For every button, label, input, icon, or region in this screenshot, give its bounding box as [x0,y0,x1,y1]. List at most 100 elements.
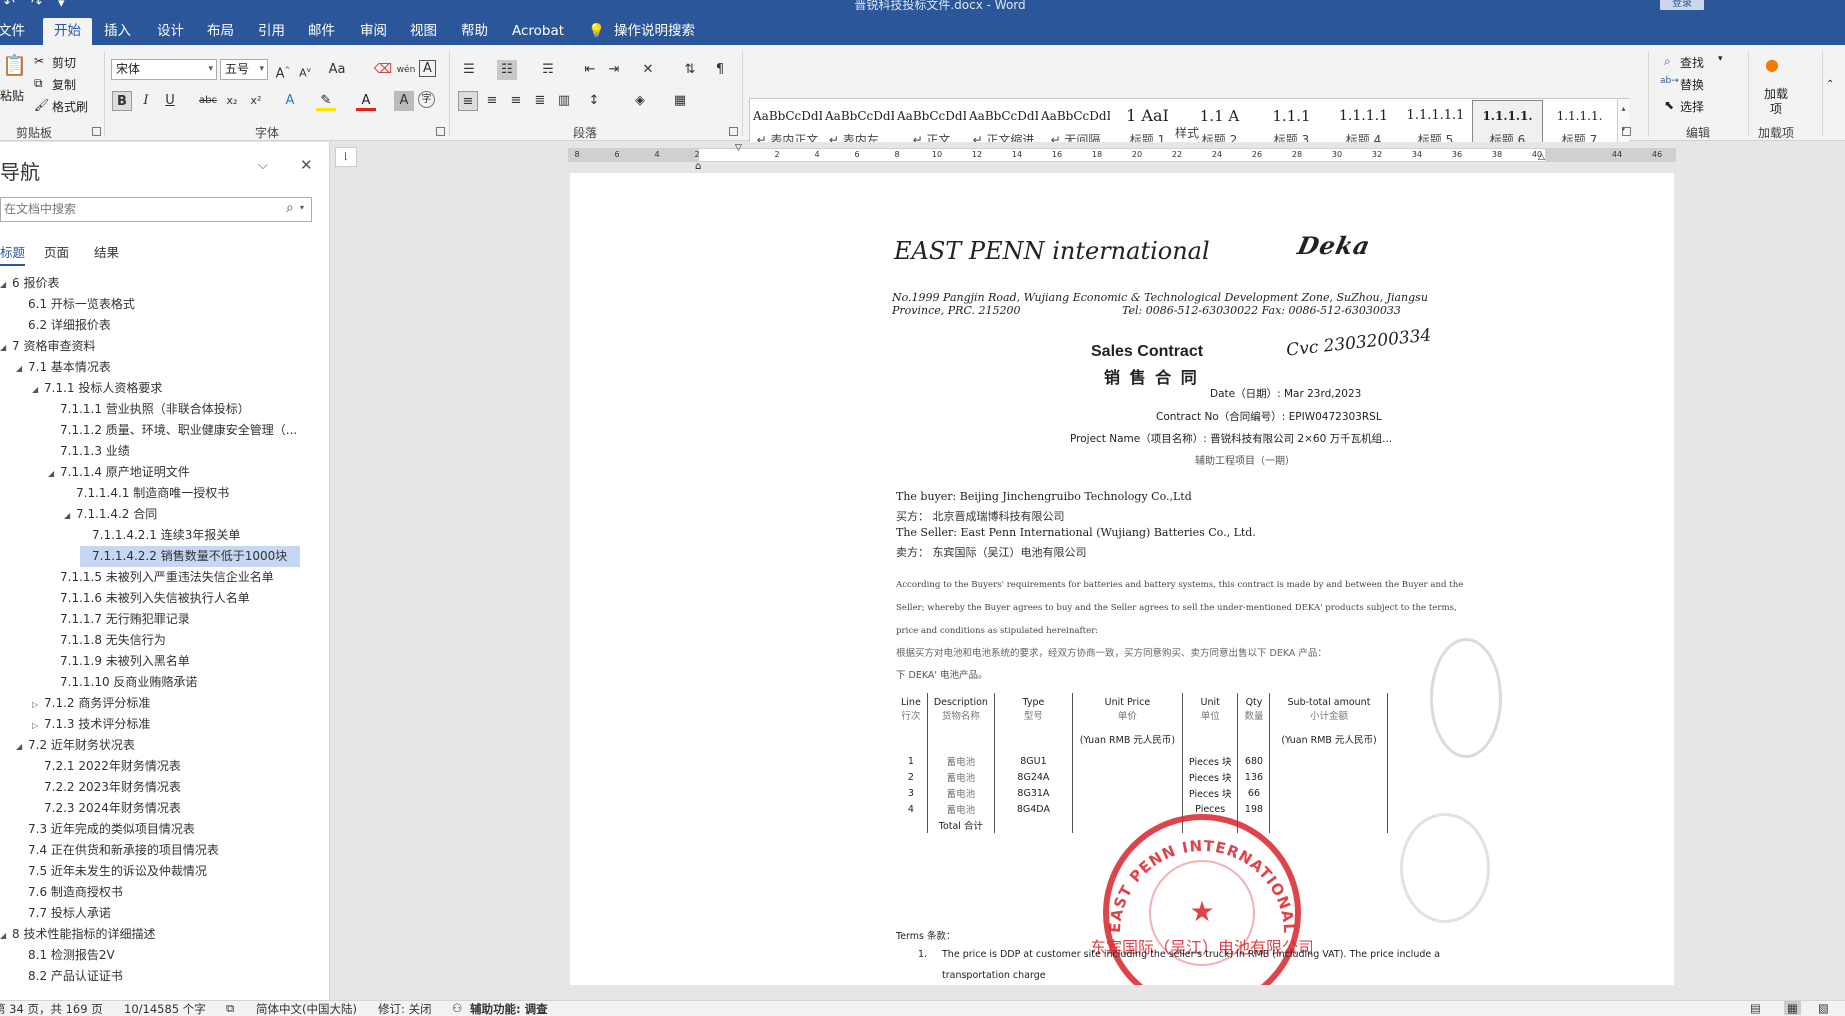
tab-acrobat[interactable]: Acrobat [512,18,564,45]
tab-insert[interactable]: 插入 [104,18,131,45]
heading-item[interactable]: 7.1.1.8 无失信行为 [48,630,300,651]
heading-item[interactable]: 7.1.1.3 业绩 [48,441,300,462]
nav-tab-pages[interactable]: 页面 [44,242,69,261]
distributed-button[interactable]: ▥ [554,91,574,111]
text-effects-button[interactable]: A [280,91,300,111]
nav-search-input[interactable]: 在文档中搜索 [0,197,312,222]
tab-design[interactable]: 设计 [157,18,184,45]
clear-format-button[interactable]: ⌫ [373,60,393,80]
tree-toggle-icon[interactable]: ◢ [0,274,12,294]
replace-button[interactable]: 替换 [1680,76,1704,93]
align-left-button[interactable]: ≡ [458,91,478,111]
heading-item[interactable]: 7.1.1.4.2.1 连续3年报关单 [80,525,300,546]
shrink-font-button[interactable]: Av [295,60,315,80]
show-marks-button[interactable]: ¶ [710,60,730,80]
format-painter-button[interactable]: 格式刷 [52,98,88,115]
nav-tab-results[interactable]: 结果 [94,242,119,261]
account-button[interactable]: 登录 [1660,0,1704,10]
web-layout-icon[interactable]: ▧ [1818,1001,1829,1015]
right-indent-marker[interactable]: △ [1538,152,1545,162]
strikethrough-button[interactable]: abc [198,91,218,111]
align-center-button[interactable]: ≡ [482,91,502,111]
heading-item[interactable]: ◢ 8 技术性能指标的详细描述 [0,924,300,945]
char-border-button[interactable]: A [419,60,436,77]
heading-item[interactable]: 7.5 近年未发生的诉讼及仲裁情况 [16,861,300,882]
superscript-button[interactable]: x² [246,91,266,111]
tab-mailings[interactable]: 邮件 [308,18,335,45]
addins-button[interactable]: 加载项 [1762,87,1790,117]
font-size-combo[interactable]: 五号 ▾ [220,59,268,80]
shading-button[interactable]: ◈ [630,91,650,111]
clipboard-launcher[interactable] [92,127,101,136]
heading-item[interactable]: 8.1 检测报告2V [16,945,300,966]
chevron-down-icon[interactable]: ⌵ [258,158,268,173]
multilevel-list-button[interactable]: ☴ [538,60,558,80]
char-shading-button[interactable]: A [394,91,414,111]
heading-item[interactable]: ◢ 7 资格审查资料 [0,336,300,357]
styles-launcher[interactable] [1622,127,1631,136]
tree-toggle-icon[interactable]: ▷ [32,694,44,714]
tree-toggle-icon[interactable]: ◢ [48,463,60,483]
tab-view[interactable]: 视图 [410,18,437,45]
document-page[interactable]: EAST PENN international Deka No.1999 Pan… [570,173,1674,985]
font-launcher[interactable] [436,127,445,136]
underline-button[interactable]: U [160,91,180,111]
tab-references[interactable]: 引用 [258,18,285,45]
heading-item[interactable]: 7.1.1.2 质量、环境、职业健康安全管理（... [48,420,300,441]
heading-item[interactable]: 8.2 产品认证证书 [16,966,300,987]
heading-item[interactable]: 7.2.2 2023年财务情况表 [32,777,300,798]
heading-item[interactable]: 7.1.1.6 未被列入失信被执行人名单 [48,588,300,609]
word-count[interactable]: 10/14585 个字 [124,1001,206,1016]
tab-help[interactable]: 帮助 [461,18,488,45]
heading-item[interactable]: 7.1.1.9 未被列入黑名单 [48,651,300,672]
page-count[interactable]: 第 34 页，共 169 页 [0,1001,103,1016]
heading-item[interactable]: 7.1.1.10 反商业贿赂承诺 [48,672,300,693]
tree-toggle-icon[interactable]: ◢ [32,379,44,399]
asian-layout-button[interactable]: ✕ [638,60,658,80]
increase-indent-button[interactable]: ⇥ [604,60,624,80]
collapse-ribbon-icon[interactable]: ⌃ [1826,79,1834,90]
tree-toggle-icon[interactable]: ◢ [16,358,28,378]
enclose-char-button[interactable]: 字 [418,91,435,108]
numbering-button[interactable]: ☷ [497,60,517,80]
print-layout-icon[interactable]: ▦ [1784,1001,1801,1015]
tree-toggle-icon[interactable]: ◢ [64,505,76,525]
bold-button[interactable]: B [112,91,132,111]
align-right-button[interactable]: ≡ [506,91,526,111]
heading-item[interactable]: 7.1.1.1 营业执照（非联合体投标） [48,399,300,420]
heading-item-selected[interactable]: 7.1.1.4.2.2 销售数量不低于1000块 [80,546,300,567]
tab-layout[interactable]: 布局 [207,18,234,45]
heading-item[interactable]: 6.1 开标一览表格式 [16,294,300,315]
heading-item[interactable]: 7.2.3 2024年财务情况表 [32,798,300,819]
heading-item[interactable]: 7.1.1.4.1 制造商唯一授权书 [64,483,300,504]
tree-toggle-icon[interactable]: ▷ [32,715,44,735]
heading-item[interactable]: ◢ 6 报价表 [0,273,300,294]
change-case-button[interactable]: Aa [327,60,347,80]
heading-item[interactable]: ▷ 7.1.3 技术评分标准 [32,714,300,735]
tab-file[interactable]: 文件 [0,18,25,45]
paragraph-launcher[interactable] [729,127,738,136]
heading-item[interactable]: 7.2.1 2022年财务情况表 [32,756,300,777]
justify-button[interactable]: ≣ [530,91,550,111]
tab-home[interactable]: 开始 [43,18,92,45]
font-name-combo[interactable]: 宋体 ▾ [111,59,217,80]
indent-marker[interactable]: ⌂ [695,161,701,172]
heading-item[interactable]: 7.6 制造商授权书 [16,882,300,903]
proofing-icon[interactable]: ⧉ [226,1001,234,1016]
italic-button[interactable]: I [136,91,156,111]
borders-button[interactable]: ▦ [670,91,690,111]
close-icon[interactable]: ✕ [300,156,313,174]
subscript-button[interactable]: x₂ [222,91,242,111]
accessibility-status[interactable]: 辅助功能: 调查 [470,1001,548,1016]
chevron-down-icon[interactable]: ▾ [300,203,304,212]
track-changes-status[interactable]: 修订: 关闭 [378,1001,432,1016]
nav-tab-headings[interactable]: 标题 [0,242,26,266]
tell-me-search[interactable]: 操作说明搜索 [614,18,695,45]
tree-toggle-icon[interactable]: ◢ [16,736,28,756]
select-button[interactable]: 选择 [1680,98,1704,115]
find-button[interactable]: 查找 [1680,54,1704,71]
first-line-indent-marker[interactable]: ▽ [735,143,742,153]
heading-item[interactable]: 7.1.1.5 未被列入严重违法失信企业名单 [48,567,300,588]
sort-button[interactable]: ⇅ [680,60,700,80]
language[interactable]: 简体中文(中国大陆) [256,1001,357,1016]
